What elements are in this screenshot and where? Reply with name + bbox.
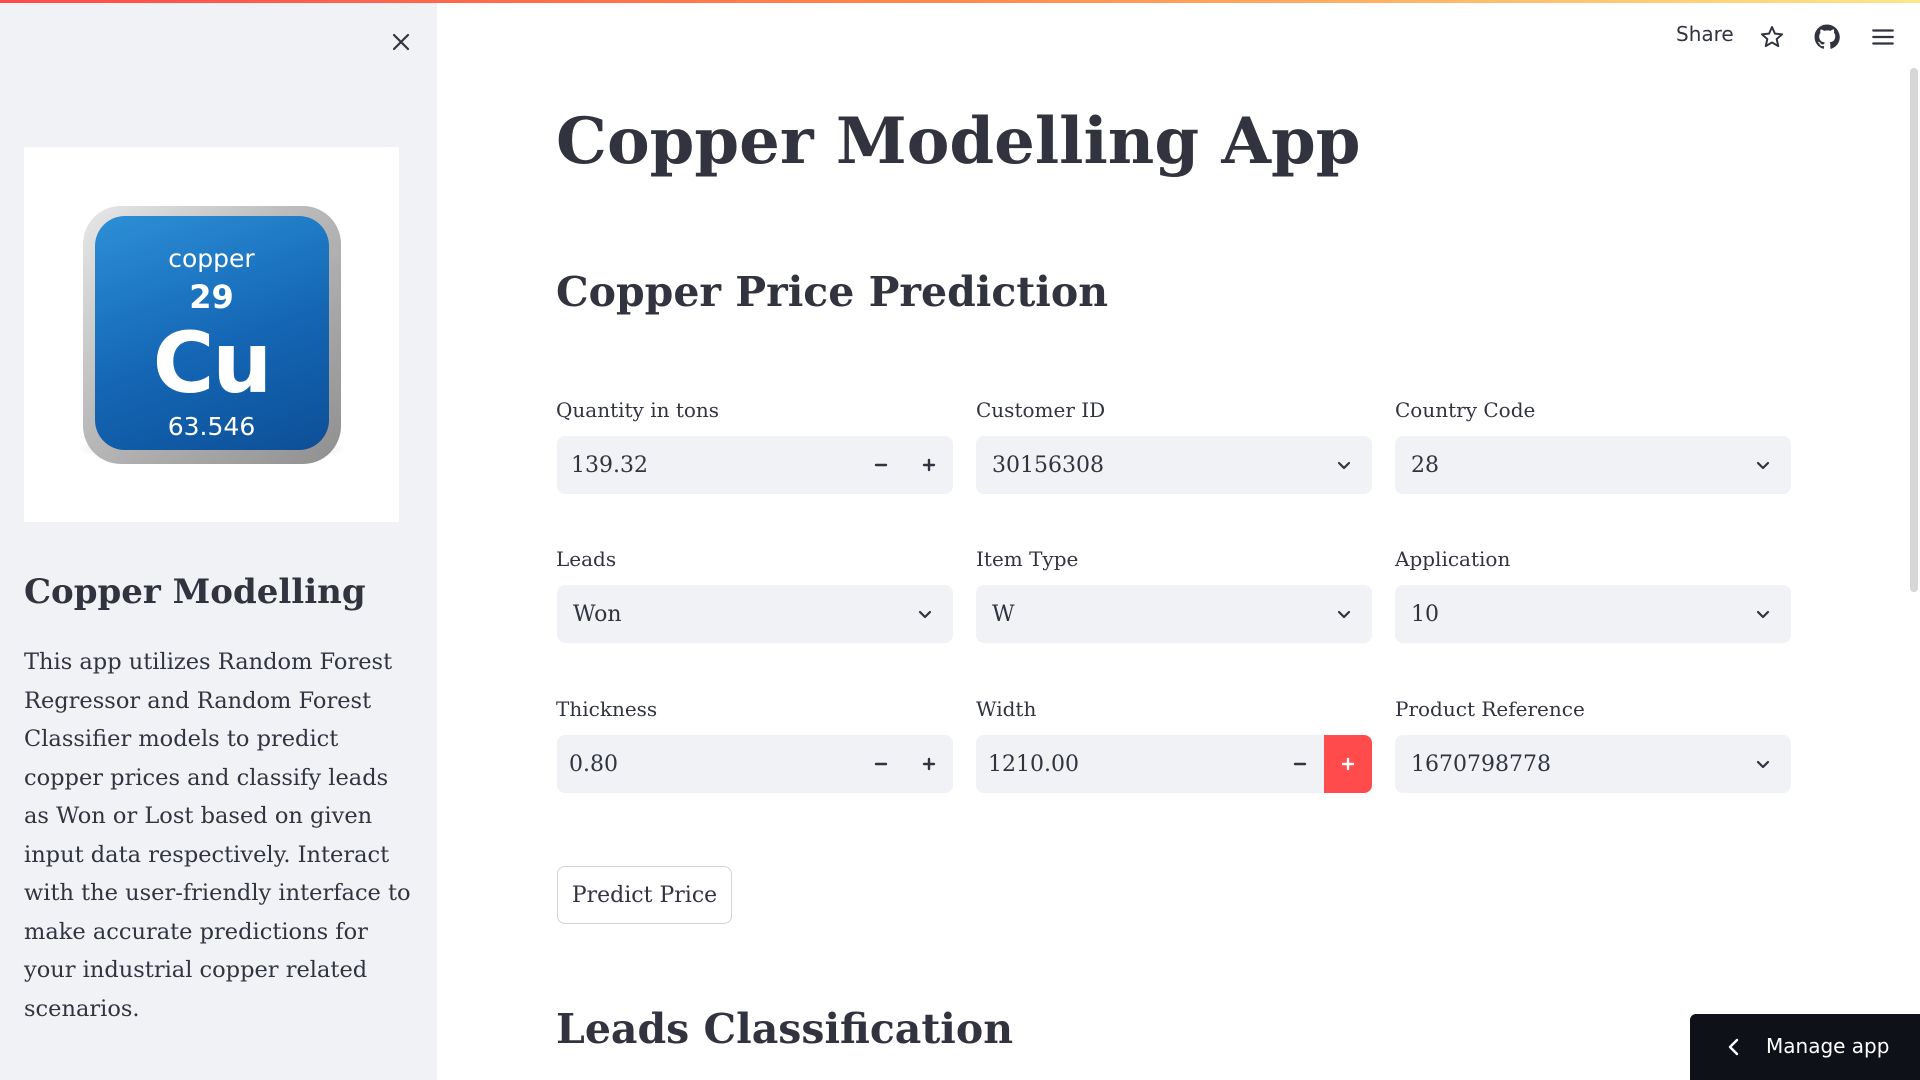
- hamburger-menu-icon: [1872, 29, 1894, 45]
- application-value: 10: [1411, 601, 1439, 627]
- width-decrement-button[interactable]: [1276, 735, 1324, 793]
- thickness-increment-button[interactable]: [905, 735, 953, 793]
- application-select[interactable]: 10: [1395, 585, 1791, 643]
- chevron-down-icon: [1337, 610, 1351, 619]
- product-reference-select[interactable]: 1670798778: [1395, 735, 1791, 793]
- width-number-input[interactable]: 1210.00: [976, 735, 1372, 793]
- classification-section-title: Leads Classification: [556, 1005, 1014, 1053]
- thickness-number-input[interactable]: 0.80: [557, 735, 953, 793]
- chevron-down-icon: [1756, 610, 1770, 619]
- customer-id-select[interactable]: 30156308: [976, 436, 1372, 494]
- sidebar: copper 29 Cu 63.546 Copper Modelling Thi…: [0, 0, 437, 1080]
- page-title: Copper Modelling App: [556, 104, 1361, 179]
- country-code-select[interactable]: 28: [1395, 436, 1791, 494]
- quantity-number-input[interactable]: 139.32: [557, 436, 953, 494]
- github-icon: [1814, 24, 1840, 49]
- product-reference-value: 1670798778: [1411, 751, 1551, 777]
- tile-face: copper 29 Cu 63.546: [94, 215, 329, 450]
- github-button[interactable]: [1813, 23, 1841, 51]
- chevron-down-icon: [1337, 461, 1351, 470]
- thickness-label: Thickness: [556, 697, 658, 721]
- quantity-increment-button[interactable]: [905, 436, 953, 494]
- country-code-value: 28: [1411, 452, 1439, 478]
- width-label: Width: [976, 697, 1037, 721]
- item-type-dropdown-toggle[interactable]: [1332, 602, 1356, 626]
- sidebar-description: This app utilizes Random Forest Regresso…: [24, 649, 411, 1022]
- leads-value: Won: [573, 601, 622, 627]
- quantity-decrement-button[interactable]: [857, 436, 905, 494]
- chevron-down-icon: [918, 610, 932, 619]
- close-icon: [392, 33, 410, 51]
- element-symbol: Cu: [152, 313, 272, 412]
- item-type-select[interactable]: W: [976, 585, 1372, 643]
- element-mass: 63.546: [167, 411, 256, 441]
- width-value[interactable]: 1210.00: [988, 752, 1079, 777]
- price-section-title: Copper Price Prediction: [556, 268, 1108, 316]
- application-dropdown-toggle[interactable]: [1751, 602, 1775, 626]
- chevron-left-icon: [1728, 1038, 1739, 1056]
- product-reference-dropdown-toggle[interactable]: [1751, 752, 1775, 776]
- leads-select[interactable]: Won: [557, 585, 953, 643]
- application-label: Application: [1395, 547, 1511, 571]
- manage-app-button[interactable]: Manage app: [1690, 1014, 1920, 1080]
- width-increment-button[interactable]: [1324, 735, 1372, 793]
- chevron-down-icon: [1756, 760, 1770, 769]
- copper-element-image: copper 29 Cu 63.546: [24, 147, 399, 522]
- main-menu-button[interactable]: [1869, 23, 1897, 51]
- share-button[interactable]: Share: [1676, 22, 1734, 46]
- element-name: copper: [168, 243, 255, 273]
- minus-icon: [874, 762, 888, 766]
- leads-label: Leads: [556, 547, 617, 571]
- predict-price-button[interactable]: Predict Price: [557, 866, 732, 924]
- minus-icon: [874, 463, 888, 467]
- quantity-value[interactable]: 139.32: [571, 453, 648, 478]
- country-code-dropdown-toggle[interactable]: [1751, 453, 1775, 477]
- country-code-label: Country Code: [1395, 398, 1536, 422]
- manage-app-label: Manage app: [1766, 1034, 1890, 1058]
- thickness-value[interactable]: 0.80: [569, 752, 618, 777]
- item-type-label: Item Type: [976, 547, 1079, 571]
- product-reference-label: Product Reference: [1395, 697, 1585, 721]
- customer-id-dropdown-toggle[interactable]: [1332, 453, 1356, 477]
- thickness-decrement-button[interactable]: [857, 735, 905, 793]
- customer-id-label: Customer ID: [976, 398, 1106, 422]
- top-decoration-bar: [0, 0, 1920, 3]
- quantity-label: Quantity in tons: [556, 398, 720, 422]
- chevron-down-icon: [1756, 461, 1770, 470]
- plus-icon: [1341, 757, 1355, 771]
- sidebar-heading: Copper Modelling: [24, 572, 366, 612]
- periodic-tile: copper 29 Cu 63.546: [74, 205, 349, 464]
- minus-icon: [1293, 762, 1307, 766]
- star-icon: [1760, 26, 1784, 48]
- customer-id-value: 30156308: [992, 452, 1104, 478]
- close-sidebar-button[interactable]: [385, 26, 417, 58]
- leads-dropdown-toggle[interactable]: [913, 602, 937, 626]
- star-button[interactable]: [1758, 23, 1786, 51]
- element-number: 29: [189, 277, 234, 316]
- plus-icon: [922, 757, 936, 771]
- page-scrollbar[interactable]: [1910, 68, 1918, 592]
- plus-icon: [922, 458, 936, 472]
- item-type-value: W: [992, 601, 1015, 627]
